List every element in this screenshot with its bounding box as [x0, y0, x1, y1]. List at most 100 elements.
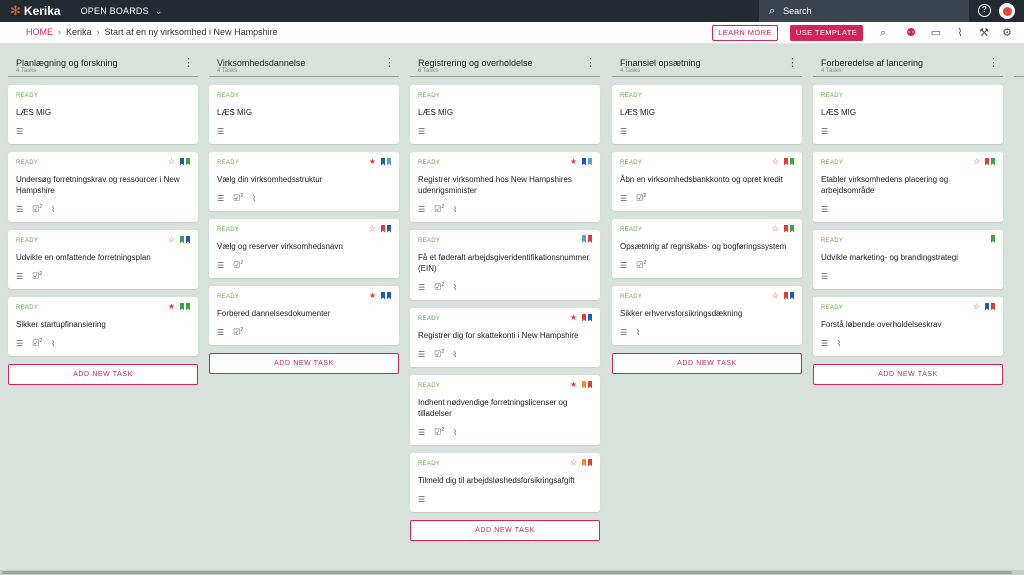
task-card[interactable]: READY Tilmeld dig til arbejdsløshedsforsi… [410, 453, 600, 512]
column-title: Finansiel opsætning [620, 58, 701, 68]
wrench-icon[interactable]: ⚒ [977, 26, 991, 40]
help-icon[interactable]: ? [978, 4, 991, 17]
search-box[interactable]: ⌕ [759, 0, 969, 22]
add-new-task-button[interactable]: ADD NEW TASK [813, 364, 1003, 385]
search-icon[interactable]: ⌕ [876, 26, 890, 40]
star-outline-icon[interactable]: ☆ [973, 302, 980, 311]
star-outline-icon[interactable]: ☆ [772, 291, 779, 300]
bookmark-tag-icon [381, 224, 385, 233]
more-vertical-icon[interactable]: ⋮ [988, 56, 999, 69]
more-vertical-icon[interactable]: ⋮ [183, 56, 194, 69]
task-card[interactable]: READY LÆS MIG ☰ [813, 85, 1003, 144]
use-template-button[interactable]: USE TEMPLATE [790, 25, 863, 41]
task-icons: ☰ [418, 126, 592, 136]
bookmark-tag-icon [387, 291, 391, 300]
add-new-task-button[interactable]: ADD NEW TASK [8, 364, 198, 385]
task-icons: ☰ ☑2 ⌇ [418, 349, 592, 359]
star-outline-icon[interactable]: ☆ [772, 224, 779, 233]
task-card[interactable]: READY LÆS MIG ☰ [209, 85, 399, 144]
star-filled-icon[interactable]: ★ [570, 157, 577, 166]
more-vertical-icon[interactable]: ⋮ [384, 56, 395, 69]
star-outline-icon[interactable]: ☆ [369, 224, 376, 233]
star-outline-icon[interactable]: ☆ [168, 157, 175, 166]
column-header[interactable]: Registrering og overholdelse 6 Tasks ⋮ [410, 53, 600, 77]
task-card[interactable]: READY Forbered dannelsesdokumenter ☰ ☑2 ★ [209, 286, 399, 345]
learn-more-button[interactable]: LEARN MORE [712, 25, 778, 41]
bookmark-tag-icon [582, 313, 586, 322]
task-status: READY [418, 383, 441, 389]
add-new-task-button[interactable]: ADD NEW TASK [209, 353, 399, 374]
add-person-icon[interactable]: ⚉ [904, 26, 918, 40]
task-card[interactable]: READY Forstå løbende overholdelseskrav ☰ ⌇ ☆ [813, 297, 1003, 356]
more-vertical-icon[interactable]: ⋮ [585, 56, 596, 69]
attachment-icon: ⌇ [636, 327, 641, 337]
task-tags: ★ [570, 380, 592, 389]
checklist-count: 2 [441, 349, 445, 356]
star-outline-icon[interactable]: ☆ [168, 235, 175, 244]
add-new-task-button[interactable]: ADD NEW TASK [410, 520, 600, 541]
task-icons: ☰ [821, 204, 995, 214]
task-card[interactable]: READY LÆS MIG ☰ [410, 85, 600, 144]
board-column: Planlægning og forskning 4 Tasks ⋮ READY LÆS… [8, 53, 198, 385]
task-card[interactable]: READY LÆS MIG ☰ [8, 85, 198, 144]
task-card[interactable]: READY Vælg og reserver virksomhedsnavn ☰ ☑2… [209, 219, 399, 278]
checklist-icon: ☑2 [434, 349, 445, 359]
column-header[interactable]: Virksomhedsdannelse 4 Tasks ⋮ [209, 53, 399, 77]
description-icon: ☰ [16, 126, 24, 136]
open-boards-menu[interactable]: OPEN BOARDS ⌄ [81, 6, 163, 17]
column-header[interactable]: Finansiel opsætning 4 Tasks ⋮ [612, 53, 802, 77]
task-card[interactable]: READY LÆS MIG ☰ [612, 85, 802, 144]
description-icon: ☰ [620, 327, 628, 337]
description-icon: ☰ [620, 126, 628, 136]
bookmark-tag-icon [180, 302, 184, 311]
task-card[interactable]: READY Etabler virksomhedens placering og … [813, 152, 1003, 222]
star-filled-icon[interactable]: ★ [570, 313, 577, 322]
task-card[interactable]: READY Sikker startupfinansiering ☰ ☑2 ⌇ ★ [8, 297, 198, 356]
breadcrumb-account[interactable]: Kerika [66, 27, 92, 37]
star-outline-icon[interactable]: ☆ [973, 157, 980, 166]
bookmark-tag-icon [186, 235, 190, 244]
task-status: READY [418, 160, 441, 166]
task-status: READY [16, 305, 39, 311]
task-card[interactable]: READY Sikker erhvervsforsikringsdækning ☰ ⌇… [612, 286, 802, 345]
star-filled-icon[interactable]: ★ [369, 291, 376, 300]
task-card[interactable]: READY Undersøg forretningskrav og ressour… [8, 152, 198, 222]
attachment-icon[interactable]: ⌇ [953, 26, 967, 40]
task-title: Sikker erhvervsforsikringsdækning [620, 309, 743, 318]
bookmark-tag-icon [790, 157, 794, 166]
bookmark-tag-icon [588, 235, 592, 243]
add-new-task-button[interactable]: ADD NEW TASK [612, 353, 802, 374]
kerika-logo[interactable]: ✻ Kerika [10, 3, 61, 19]
gear-icon[interactable]: ⚙ [1000, 26, 1014, 40]
task-card[interactable]: READY Registrer virksomhed hos New Hampsh… [410, 152, 600, 222]
more-vertical-icon[interactable]: ⋮ [787, 56, 798, 69]
breadcrumb: HOME › Kerika › Start af en ny virksomhe… [26, 27, 278, 37]
task-card[interactable]: READY Registrer dig for skattekonti i New… [410, 308, 600, 367]
column-header[interactable]: Forberedelse af lancering 4 Tasks ⋮ [813, 53, 1003, 77]
horizontal-scrollbar[interactable] [0, 570, 1024, 575]
scrollbar-thumb[interactable] [2, 571, 1012, 574]
task-card[interactable]: READY Åbn en virksomhedsbankkonto og opre… [612, 152, 802, 211]
column-header[interactable]: Planlægning og forskning 4 Tasks ⋮ [8, 53, 198, 77]
star-outline-icon[interactable]: ☆ [570, 458, 577, 467]
chat-icon[interactable]: ▭ [929, 26, 943, 40]
attachment-icon: ⌇ [837, 338, 842, 348]
search-input[interactable] [783, 6, 944, 16]
task-card[interactable]: READY Få et føderalt arbejdsgiveridentifi… [410, 230, 600, 300]
task-card[interactable]: READY Udvikle marketing- og brandingstrat… [813, 230, 1003, 289]
avatar[interactable] [999, 3, 1015, 19]
breadcrumb-home[interactable]: HOME [26, 27, 53, 37]
attachment-icon: ⌇ [453, 349, 458, 359]
star-filled-icon[interactable]: ★ [369, 157, 376, 166]
bookmark-tag-icon [991, 235, 995, 243]
task-card[interactable]: READY Udvikle en omfattende forretningspl… [8, 230, 198, 289]
task-card[interactable]: READY Indhent nødvendige forretningslicen… [410, 375, 600, 445]
star-filled-icon[interactable]: ★ [570, 380, 577, 389]
task-card[interactable]: READY Vælg din virksomhedsstruktur ☰ ☑2 ⌇ ★ [209, 152, 399, 211]
column-task-count: 4 Tasks [16, 68, 37, 74]
task-status: READY [821, 238, 844, 244]
task-card[interactable]: READY Opsætning af regnskabs- og bogførin… [612, 219, 802, 278]
star-outline-icon[interactable]: ☆ [772, 157, 779, 166]
checklist-count: 2 [643, 193, 647, 200]
star-filled-icon[interactable]: ★ [168, 302, 175, 311]
